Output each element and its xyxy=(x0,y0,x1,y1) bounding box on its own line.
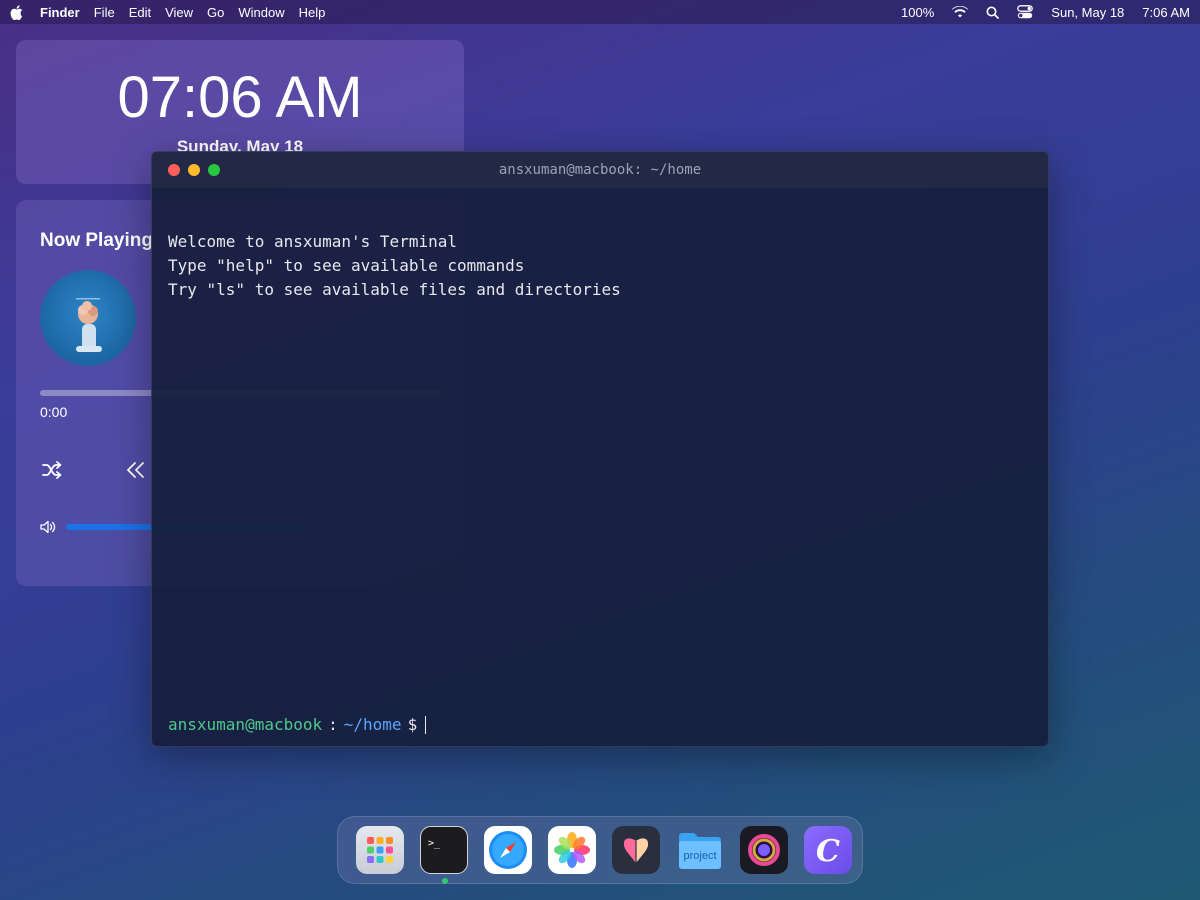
battery-percent[interactable]: 100% xyxy=(901,5,934,20)
menu-bar-date[interactable]: Sun, May 18 xyxy=(1051,5,1124,20)
launchpad-icon[interactable] xyxy=(356,826,404,874)
prompt-path: ~/home xyxy=(343,715,402,734)
menu-app-name[interactable]: Finder xyxy=(40,5,80,20)
album-art xyxy=(40,270,136,366)
wifi-icon[interactable] xyxy=(952,6,969,18)
text-cursor[interactable] xyxy=(425,715,427,734)
volume-icon[interactable] xyxy=(40,520,56,539)
menu-bar-left: Finder File Edit View Go Window Help xyxy=(10,4,339,20)
clock-time: 07:06 AM xyxy=(117,65,363,130)
menu-bar-right: 100% Sun, May 18 7:06 AM xyxy=(901,5,1190,20)
terminal-line: Try "ls" to see available files and dire… xyxy=(168,280,621,299)
menu-go[interactable]: Go xyxy=(207,5,224,20)
apple-icon[interactable] xyxy=(10,4,24,20)
terminal-app-icon[interactable]: >_ xyxy=(420,826,468,884)
svg-text:>_: >_ xyxy=(428,838,441,849)
prompt-separator: : xyxy=(328,715,338,734)
safari-icon[interactable] xyxy=(484,826,532,874)
terminal-window: ansxuman@macbook: ~/home Welcome to ansx… xyxy=(151,151,1049,747)
terminal-titlebar[interactable]: ansxuman@macbook: ~/home xyxy=(152,152,1048,188)
now-playing-title: Now Playing xyxy=(40,230,153,251)
prompt-user: ansxuman@macbook xyxy=(168,715,323,734)
window-controls xyxy=(168,164,220,176)
close-button[interactable] xyxy=(168,164,180,176)
shuffle-icon[interactable] xyxy=(40,458,64,482)
menu-window[interactable]: Window xyxy=(238,5,284,20)
menu-bar: Finder File Edit View Go Window Help 100… xyxy=(0,0,1200,24)
menu-bar-time[interactable]: 7:06 AM xyxy=(1142,5,1190,20)
zoom-button[interactable] xyxy=(208,164,220,176)
c-app-letter: C xyxy=(816,834,840,867)
terminal-output: Welcome to ansxuman's Terminal Type "hel… xyxy=(168,230,621,302)
minimize-button[interactable] xyxy=(188,164,200,176)
photos-icon[interactable] xyxy=(548,826,596,874)
dock: >_ project C xyxy=(337,816,863,884)
terminal-line: Type "help" to see available commands xyxy=(168,256,525,275)
running-indicator xyxy=(442,878,448,884)
butterfly-app-icon[interactable] xyxy=(612,826,660,874)
c-app-icon[interactable]: C xyxy=(804,826,852,874)
terminal-title: ansxuman@macbook: ~/home xyxy=(498,162,702,178)
menu-help[interactable]: Help xyxy=(299,5,326,20)
control-center-icon[interactable] xyxy=(1017,5,1034,19)
terminal-line: Welcome to ansxuman's Terminal xyxy=(168,232,457,251)
previous-icon[interactable] xyxy=(124,458,148,482)
elapsed-time: 0:00 xyxy=(40,404,68,420)
menu-file[interactable]: File xyxy=(94,5,115,20)
prompt-symbol: $ xyxy=(407,715,418,734)
menu-view[interactable]: View xyxy=(165,5,193,20)
search-icon[interactable] xyxy=(986,6,1000,19)
project-folder-icon[interactable]: project xyxy=(676,826,724,874)
project-folder-label: project xyxy=(683,850,716,862)
menu-edit[interactable]: Edit xyxy=(129,5,151,20)
terminal-prompt[interactable]: ansxuman@macbook : ~/home $ xyxy=(168,715,427,734)
siri-icon[interactable] xyxy=(740,826,788,874)
